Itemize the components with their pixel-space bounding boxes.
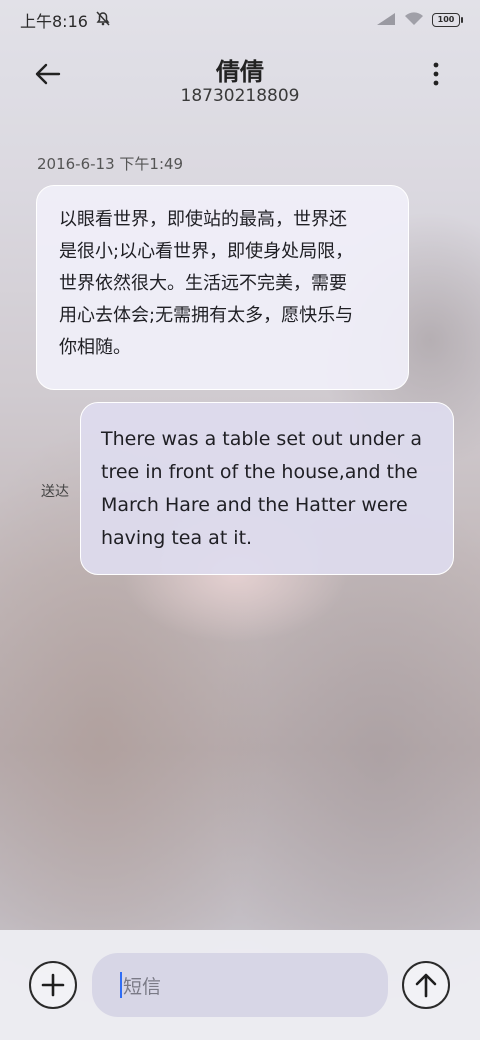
status-right: 100 [376,11,463,30]
contact-name: 倩倩 [216,58,264,86]
status-left: 上午8:16 [20,8,112,32]
message-timestamp: 2016-6-13 下午1:49 [37,155,184,173]
more-options-button[interactable] [420,54,452,94]
text-caret [120,972,122,998]
plus-icon [41,973,65,997]
sms-input-placeholder: 短信 [123,975,162,998]
send-arrow-icon [415,973,437,998]
status-time: 上午8:16 [20,12,88,31]
message-line: tree in front of the house,and the [101,461,418,483]
status-bar: 上午8:16 100 [0,0,480,40]
message-line: There was a table set out under a [101,428,422,450]
message-line: 世界依然很大。生活远不完美，需要 [59,273,347,294]
add-attachment-button[interactable] [29,961,77,1009]
send-button[interactable] [402,961,450,1009]
incoming-message-bubble[interactable]: 以眼看世界，即使站的最高，世界还 是很小;以心看世界，即使身处局限， 世界依然很… [36,185,409,390]
message-line: March Hare and the Hatter were [101,494,408,516]
message-line: 是很小;以心看世界，即使身处局限， [59,241,354,262]
contact-phone-number: 18730218809 [180,86,300,106]
delivery-status: 送达 [41,484,69,500]
sms-input[interactable]: 短信 [92,953,388,1017]
compose-bar: 短信 [0,930,480,1040]
more-vertical-icon [433,62,439,86]
message-line: 用心去体会;无需拥有太多，愿快乐与 [59,305,354,326]
conversation-header: 倩倩 18730218809 [0,40,480,124]
message-line: 以眼看世界，即使站的最高，世界还 [59,209,347,230]
silent-icon [94,9,112,31]
outgoing-message-bubble[interactable]: There was a table set out under a tree i… [80,402,454,575]
message-line: having tea at it. [101,527,253,549]
battery-icon: 100 [432,13,463,27]
message-line: 你相随。 [59,337,131,358]
wifi-icon [404,11,424,30]
signal-icon [376,11,396,30]
